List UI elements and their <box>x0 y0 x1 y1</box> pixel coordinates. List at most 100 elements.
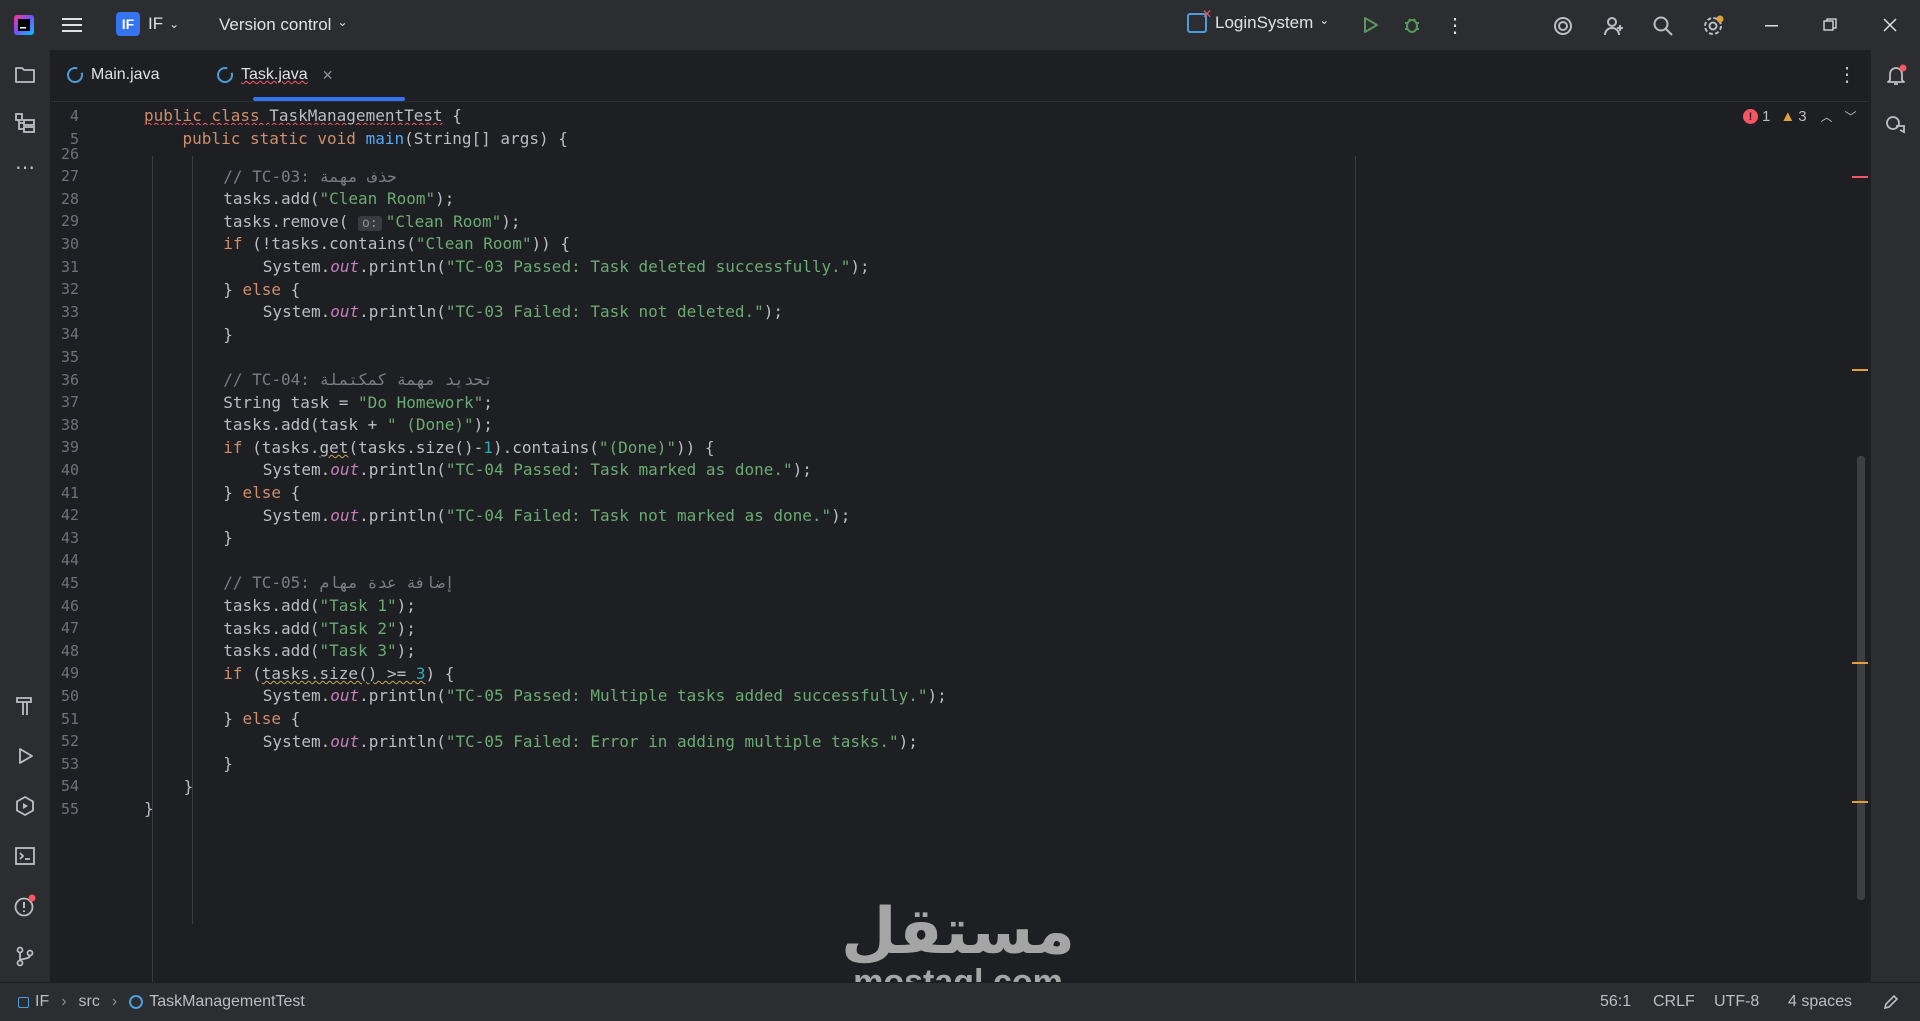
code-token: "TC-04 Failed: Task not marked as done." <box>445 505 832 525</box>
code-text: if (tasks.size() >= 3) { <box>223 664 454 683</box>
code-token: { <box>280 483 301 502</box>
minimize-icon[interactable] <box>1760 13 1784 37</box>
debug-icon[interactable] <box>1400 13 1424 37</box>
ai-chat-icon[interactable] <box>1883 112 1909 138</box>
code-token: "Task 1" <box>319 596 397 615</box>
title-bar: IF IF ⌄ Version control ⌄ ✕ LoginSystem … <box>0 0 1920 50</box>
inspection-widget[interactable]: ! 1 ▲ 3 ︿ ﹀ <box>1743 108 1857 125</box>
java-class-icon <box>129 995 144 1009</box>
chevron-down-icon: ⌄ <box>1319 13 1330 27</box>
code-token: ); <box>396 618 416 638</box>
settings-gear-icon[interactable] <box>1700 13 1726 39</box>
close-icon[interactable] <box>1878 13 1902 37</box>
code-text: System.out.println("TC-03 Failed: Task n… <box>263 302 783 321</box>
breadcrumb-class[interactable]: TaskManagementTest <box>149 993 305 1011</box>
code-token: if <box>223 663 253 683</box>
previous-highlight-icon[interactable]: ︿ <box>1821 108 1833 125</box>
version-control-menu[interactable]: Version control ⌄ <box>219 15 348 35</box>
ai-assistant-icon[interactable] <box>1550 13 1576 39</box>
code-text: // TC-04: تحديد مهمة كمكتملة <box>223 370 493 389</box>
breadcrumb-src[interactable]: src <box>79 993 100 1011</box>
code-text: } else { <box>223 483 300 502</box>
code-token: get <box>319 437 349 457</box>
more-actions-icon[interactable]: ⋮ <box>1443 13 1467 37</box>
run-icon[interactable] <box>1358 13 1382 37</box>
line-number: 52 <box>60 732 79 751</box>
add-user-icon[interactable] <box>1601 13 1627 39</box>
code-editor[interactable]: 4 public class TaskManagementTest {5 publ… <box>51 102 1869 982</box>
breadcrumb: IF › src › TaskManagementTest <box>18 983 305 1021</box>
project-folder-icon[interactable] <box>12 62 38 88</box>
notifications-bell-icon[interactable] <box>1883 62 1909 88</box>
line-separator[interactable]: CRLF <box>1653 983 1695 1021</box>
code-token: (tasks. <box>252 437 320 457</box>
indent-setting[interactable]: 4 spaces <box>1788 983 1852 1021</box>
editor-scrollbar[interactable] <box>1857 456 1865 900</box>
editor-tabs: Main.java Task.java ✕ ⋮ <box>51 50 1869 102</box>
line-number: 38 <box>60 415 79 434</box>
line-number: 40 <box>60 460 79 479</box>
error-stripe-mark[interactable] <box>1852 176 1868 178</box>
breadcrumb-project[interactable]: IF <box>35 993 49 1011</box>
tab-options-icon[interactable]: ⋮ <box>1837 62 1857 87</box>
main-menu-icon[interactable] <box>60 13 84 37</box>
code-token: (tasks.size()- <box>348 437 484 457</box>
tab-close-icon[interactable]: ✕ <box>322 67 334 84</box>
warning-stripe-mark[interactable] <box>1852 369 1868 371</box>
code-token: ); <box>927 686 947 706</box>
code-token: ); <box>396 641 416 661</box>
code-text: System.out.println("TC-03 Passed: Task d… <box>263 257 870 276</box>
tab-main-java[interactable]: Main.java <box>67 50 159 100</box>
line-number: 37 <box>60 393 79 412</box>
line-number: 53 <box>60 754 79 773</box>
code-token: { <box>442 106 462 125</box>
code-text: tasks.add("Clean Room"); <box>223 189 454 208</box>
restore-icon[interactable] <box>1818 13 1842 37</box>
code-token: // TC-04: تحديد مهمة كمكتملة <box>223 370 493 389</box>
line-number: 41 <box>60 483 79 502</box>
more-tools-icon[interactable]: ⋯ <box>12 154 38 180</box>
services-icon[interactable] <box>12 793 38 819</box>
code-token: ); <box>501 211 521 231</box>
terminal-icon[interactable] <box>12 843 38 869</box>
code-line[interactable]: 55} <box>51 795 1869 822</box>
code-token: "TC-03 Passed: Task deleted successfully… <box>445 257 851 276</box>
app-logo-icon[interactable] <box>12 13 36 37</box>
code-token: else <box>242 279 281 299</box>
code-token: "(Done)" <box>598 437 676 457</box>
warning-stripe-mark[interactable] <box>1852 662 1868 664</box>
line-number: 54 <box>60 777 79 796</box>
code-text: } <box>223 754 233 773</box>
run-config-selector[interactable]: ✕ LoginSystem ⌄ <box>1187 7 1330 33</box>
chevron-down-icon: ⌄ <box>169 17 180 31</box>
next-highlight-icon[interactable]: ﹀ <box>1845 108 1857 125</box>
line-number: 46 <box>60 596 79 615</box>
caret-position[interactable]: 56:1 <box>1600 983 1631 1021</box>
code-token: " (Done)" <box>386 415 474 435</box>
git-branch-icon[interactable] <box>12 943 38 969</box>
search-icon[interactable] <box>1650 13 1676 39</box>
code-token: ); <box>763 302 783 322</box>
project-selector[interactable]: IF IF ⌄ <box>116 12 179 36</box>
code-token: String task = <box>223 392 359 412</box>
line-number: 30 <box>60 234 79 253</box>
problems-icon[interactable] <box>12 893 38 919</box>
tab-task-java[interactable]: Task.java ✕ <box>217 50 333 100</box>
code-token: .println( <box>359 731 446 751</box>
line-number: 50 <box>60 686 79 705</box>
read-only-toggle-icon[interactable] <box>1882 983 1900 1021</box>
code-token: "Task 2" <box>319 618 397 638</box>
code-text: if (tasks.get(tasks.size()-1).contains("… <box>223 438 714 457</box>
chevron-right-icon: › <box>111 993 118 1010</box>
warning-stripe-mark[interactable] <box>1852 801 1868 803</box>
file-encoding[interactable]: UTF-8 <box>1714 983 1759 1021</box>
code-token: "TC-05 Failed: Error in adding multiple … <box>445 731 899 751</box>
code-token: ); <box>435 189 455 209</box>
code-token: (!tasks.contains( <box>252 234 416 254</box>
structure-icon[interactable] <box>12 110 38 136</box>
line-number: 34 <box>60 325 79 344</box>
code-token: // TC-05: إضافة عدة مهام <box>223 573 455 593</box>
run-tool-icon[interactable] <box>12 743 38 769</box>
build-hammer-icon[interactable] <box>12 693 38 719</box>
error-count: 1 <box>1762 108 1771 125</box>
